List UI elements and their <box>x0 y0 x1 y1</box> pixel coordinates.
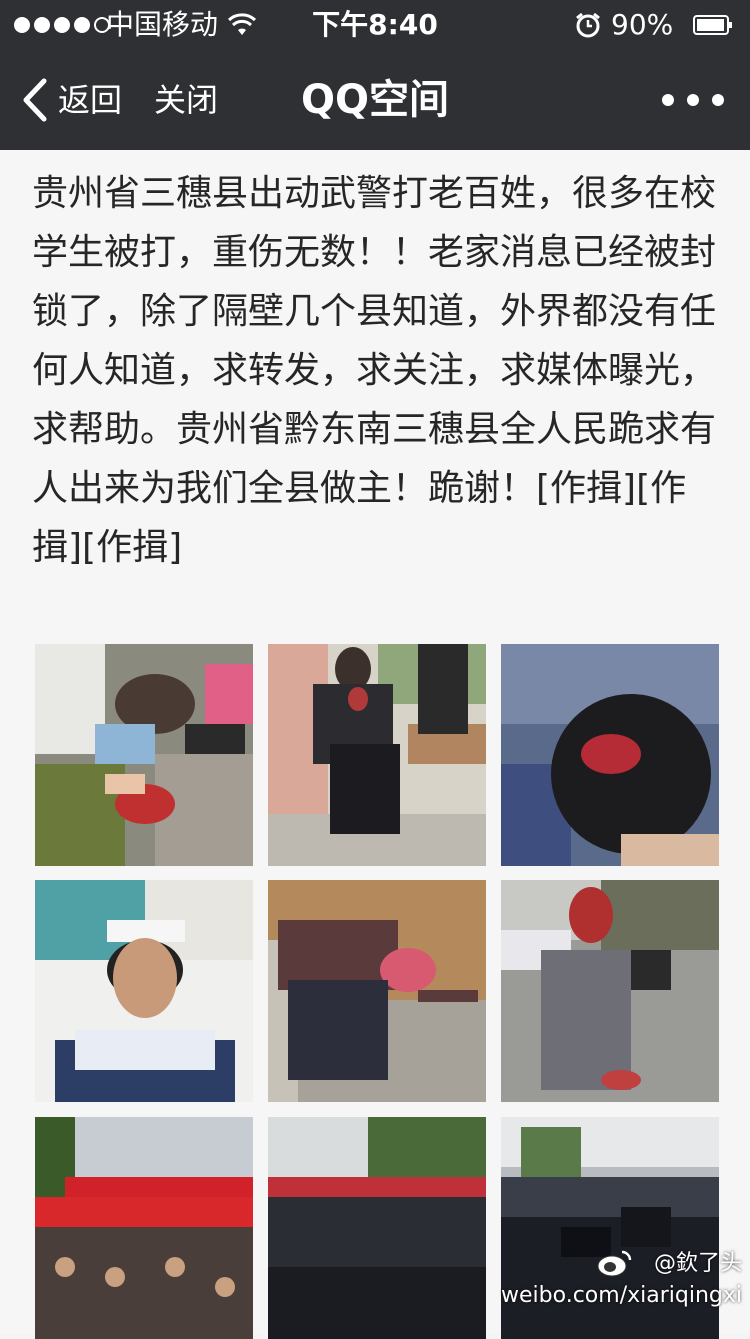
battery-percentage: 90% <box>611 8 674 41</box>
post-text: 贵州省三穗县出动武警打老百姓，很多在校学生被打，重伤无数！！老家消息已经被封锁了… <box>32 173 717 568</box>
photo-thumbnail[interactable] <box>35 880 253 1102</box>
ellipsis-icon <box>662 94 674 106</box>
watermark-url: weibo.com/xiariqingxi <box>501 1283 742 1308</box>
weibo-logo-icon <box>597 1250 632 1277</box>
page-title: QQ空间 <box>300 77 449 123</box>
navigation-bar: 返回 关闭 QQ空间 <box>0 50 750 150</box>
status-bar: 中国移动 下午8:40 90% <box>0 0 750 50</box>
photo-thumbnail[interactable] <box>501 880 719 1102</box>
photo-thumbnail[interactable] <box>35 644 253 866</box>
photo-thumbnail[interactable] <box>501 644 719 866</box>
weibo-watermark: @欽了头 weibo.com/xiariqingxi <box>501 1250 742 1310</box>
photo-thumbnail[interactable] <box>268 1117 486 1339</box>
battery-icon <box>693 15 732 35</box>
watermark-username: @欽了头 <box>653 1251 742 1276</box>
photo-thumbnail[interactable] <box>268 880 486 1102</box>
photo-thumbnail[interactable] <box>35 1117 253 1339</box>
more-options-button[interactable] <box>662 80 724 120</box>
alarm-icon <box>576 12 600 38</box>
photo-thumbnail[interactable] <box>268 644 486 866</box>
